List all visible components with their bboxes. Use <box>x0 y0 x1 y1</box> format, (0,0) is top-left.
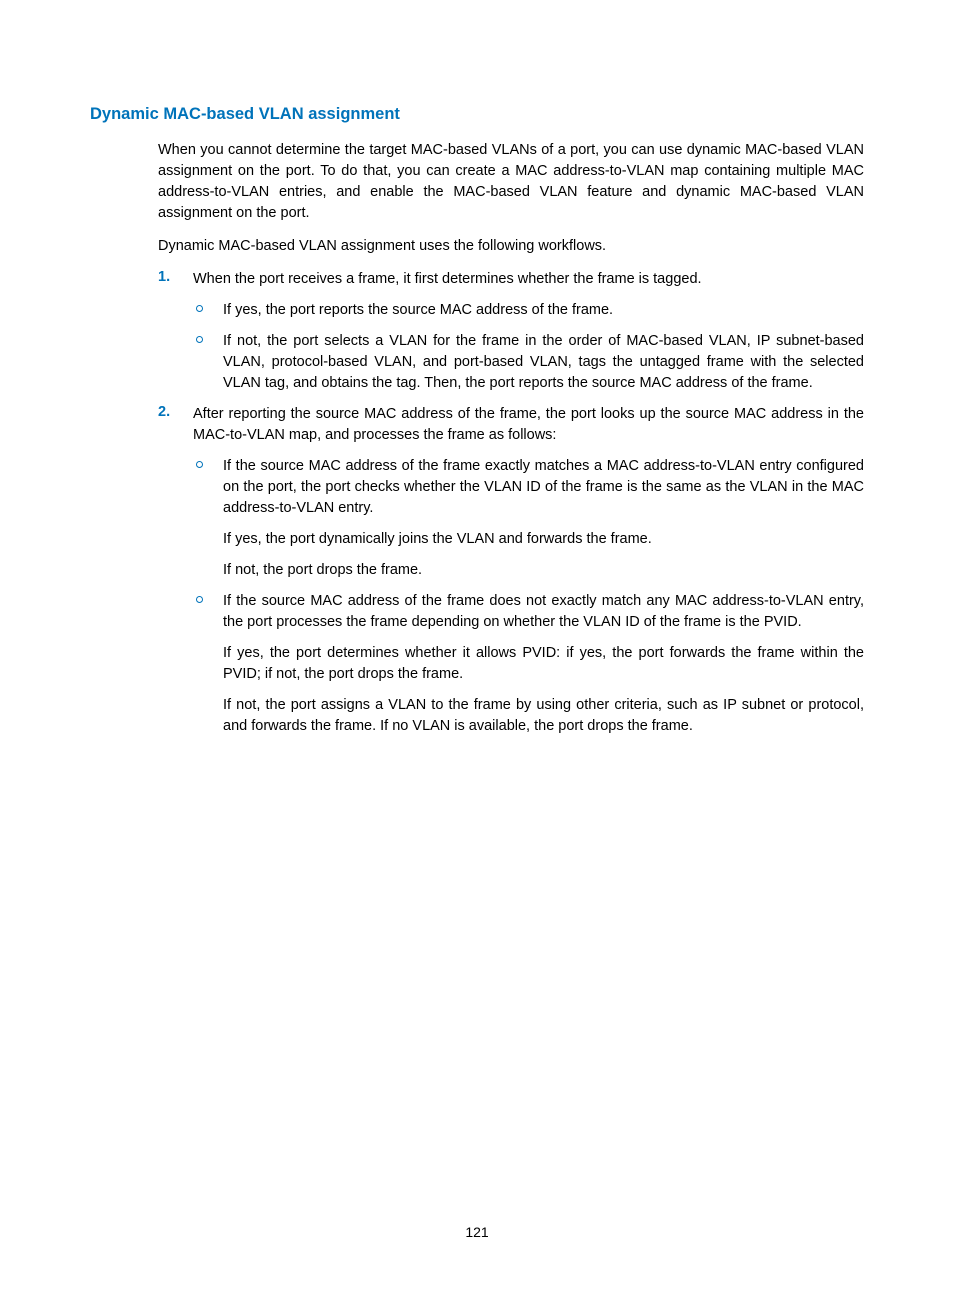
subitem-text: If not, the port selects a VLAN for the … <box>223 331 864 394</box>
list-item: 2. After reporting the source MAC addres… <box>158 404 864 737</box>
circle-bullet-icon <box>196 336 203 343</box>
content-block: When you cannot determine the target MAC… <box>90 140 864 737</box>
sublist: If yes, the port reports the source MAC … <box>193 300 864 394</box>
subitem: If yes, the port reports the source MAC … <box>193 300 864 321</box>
sub-paragraph: If not, the port drops the frame. <box>223 560 864 581</box>
sub-paragraph: If yes, the port determines whether it a… <box>223 643 864 685</box>
intro-paragraph-2: Dynamic MAC-based VLAN assignment uses t… <box>158 236 864 257</box>
subitem-text: If the source MAC address of the frame d… <box>223 591 864 633</box>
subitem-text: If yes, the port reports the source MAC … <box>223 300 864 321</box>
workflow-list: 1. When the port receives a frame, it fi… <box>158 269 864 737</box>
list-item-text: When the port receives a frame, it first… <box>193 269 864 290</box>
list-number: 1. <box>158 269 170 285</box>
subitem-text: If the source MAC address of the frame e… <box>223 456 864 519</box>
circle-bullet-icon <box>196 596 203 603</box>
sublist: If the source MAC address of the frame e… <box>193 456 864 737</box>
sub-paragraph: If not, the port assigns a VLAN to the f… <box>223 695 864 737</box>
subitem: If the source MAC address of the frame d… <box>193 591 864 737</box>
list-item: 1. When the port receives a frame, it fi… <box>158 269 864 394</box>
list-number: 2. <box>158 404 170 420</box>
section-heading: Dynamic MAC-based VLAN assignment <box>90 105 864 124</box>
intro-paragraph-1: When you cannot determine the target MAC… <box>158 140 864 224</box>
circle-bullet-icon <box>196 305 203 312</box>
list-item-text: After reporting the source MAC address o… <box>193 404 864 446</box>
page-number: 121 <box>0 1224 954 1240</box>
subitem: If not, the port selects a VLAN for the … <box>193 331 864 394</box>
sub-paragraph: If yes, the port dynamically joins the V… <box>223 529 864 550</box>
subitem: If the source MAC address of the frame e… <box>193 456 864 581</box>
circle-bullet-icon <box>196 461 203 468</box>
